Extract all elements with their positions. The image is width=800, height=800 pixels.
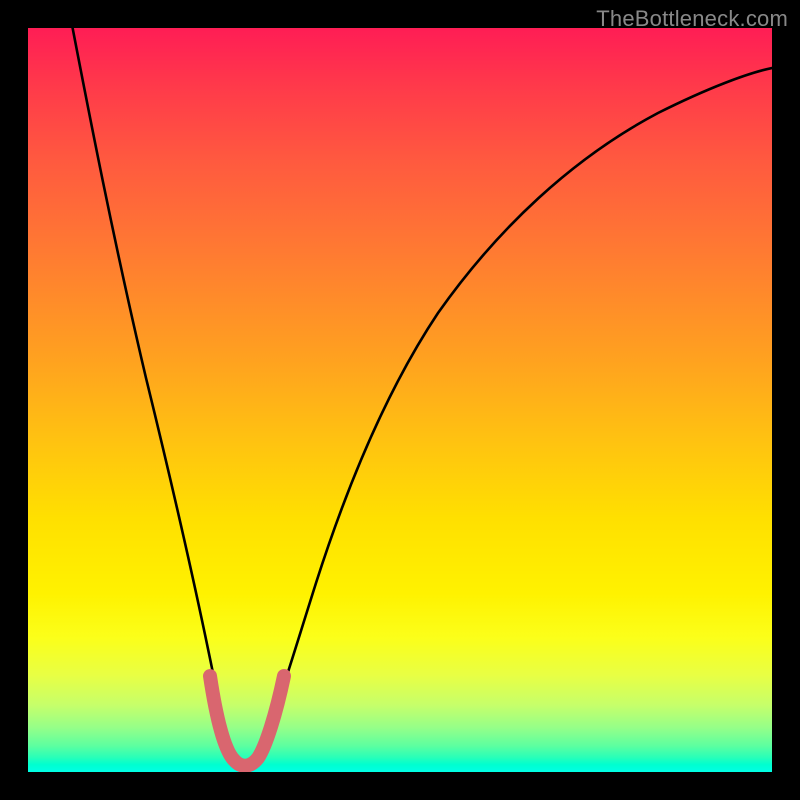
valley-highlight	[210, 676, 284, 766]
plot-area	[28, 28, 772, 772]
watermark-text: TheBottleneck.com	[596, 6, 788, 32]
main-curve	[73, 28, 772, 766]
chart-svg	[28, 28, 772, 772]
